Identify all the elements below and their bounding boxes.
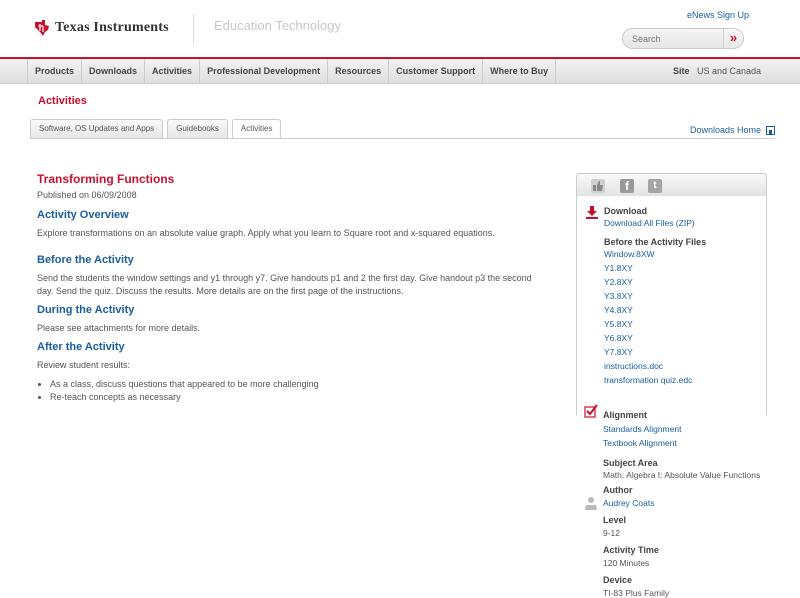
header-divider [193,14,194,44]
activity-time-heading: Activity Time [603,545,659,555]
file-link[interactable]: Y7.8XY [604,345,766,359]
list-item: Re-teach concepts as necessary [50,391,537,404]
author-link[interactable]: Audrey Coats [603,496,655,510]
level-heading: Level [603,515,627,525]
twitter-icon[interactable]: t [648,179,662,193]
activity-title: Transforming Functions [37,172,175,186]
nav-resources[interactable]: Resources [328,59,390,84]
device-value: TI-83 Plus Family [603,588,670,598]
file-link[interactable]: Y2.8XY [604,275,766,289]
published-date: Published on 06/09/2008 [37,190,137,200]
downloads-home-link[interactable]: Downloads Home [690,125,776,135]
overview-heading: Activity Overview [37,209,129,221]
enews-signup-link[interactable]: eNews Sign Up [687,10,749,20]
section-title: Activities [38,95,87,107]
search-box: » [622,28,744,49]
tab-underline [30,138,775,139]
list-item: As a class, discuss questions that appea… [50,378,537,391]
level-value: 9-12 [603,528,621,538]
after-heading: After the Activity [37,341,125,353]
activity-sidebar: f t Download Download All Files (ZIP) Be… [576,173,767,415]
download-all-link[interactable]: Download All Files (ZIP) [604,216,766,230]
texas-state-icon [35,20,49,36]
site-label: Site [673,66,690,76]
social-bar: f t [576,173,767,196]
file-link[interactable]: instructions.doc [604,359,766,373]
file-link[interactable]: transformation quiz.edc [604,373,766,387]
search-button[interactable]: » [723,29,743,48]
overview-text: Explore transformations on an absolute v… [37,228,495,238]
download-panel: Download Download All Files (ZIP) Before… [576,196,767,415]
download-heading: Download [604,206,647,216]
header-tagline: Education Technology [214,18,341,33]
nav-professional-development[interactable]: Professional Development [200,59,329,84]
ti-logo[interactable]: Texas Instruments [33,19,169,37]
file-link[interactable]: Window.8XW [604,247,766,261]
checkmark-icon [584,404,598,418]
during-heading: During the Activity [37,304,135,316]
nav-downloads[interactable]: Downloads [82,59,146,84]
file-link[interactable]: Y6.8XY [604,331,766,345]
alignment-heading: Alignment [603,410,647,420]
nav-where-to-buy[interactable]: Where to Buy [483,59,557,84]
standards-alignment-link[interactable]: Standards Alignment [603,422,681,436]
textbook-alignment-link[interactable]: Textbook Alignment [603,436,677,450]
before-files-heading: Before the Activity Files [604,237,707,247]
after-text: Review student results: [37,360,131,370]
nav-customer-support[interactable]: Customer Support [389,59,484,84]
file-link[interactable]: Y1.8XY [604,261,766,275]
home-icon [766,125,776,135]
subject-area-heading: Subject Area [603,458,658,468]
subject-area-value: Math: Algebra I: Absolute Value Function… [603,470,761,480]
tab-software-os-updates[interactable]: Software, OS Updates and Apps [30,119,164,138]
activity-content: Transforming Functions Published on 06/0… [37,172,537,404]
file-link[interactable]: Y3.8XY [604,289,766,303]
author-icon [585,497,597,510]
tab-bar: Software, OS Updates and Apps Guidebooks… [30,119,285,139]
author-heading: Author [603,485,633,495]
nav-products[interactable]: Products [27,59,83,84]
search-input[interactable] [623,29,723,48]
file-link[interactable]: Y5.8XY [604,317,766,331]
activity-time-value: 120 Minutes [603,558,650,568]
like-icon[interactable] [591,179,605,193]
file-link[interactable]: Y4.8XY [604,303,766,317]
during-text: Please see attachments for more details. [37,323,201,333]
tab-guidebooks[interactable]: Guidebooks [167,119,228,138]
device-heading: Device [603,575,633,585]
brand-name: Texas Instruments [55,20,169,35]
after-bullets: As a class, discuss questions that appea… [50,378,537,404]
site-header: Texas Instruments Education Technology e… [0,0,800,58]
site-selector[interactable]: US and Canada [697,59,761,84]
nav-activities[interactable]: Activities [145,59,201,84]
before-text: Send the students the window settings an… [37,273,532,296]
main-nav: Products Downloads Activities Profession… [0,59,800,84]
tab-activities[interactable]: Activities [231,119,282,139]
downloads-home-label: Downloads Home [690,125,762,135]
download-icon [586,206,598,219]
facebook-icon[interactable]: f [620,179,634,193]
before-heading: Before the Activity [37,254,134,266]
